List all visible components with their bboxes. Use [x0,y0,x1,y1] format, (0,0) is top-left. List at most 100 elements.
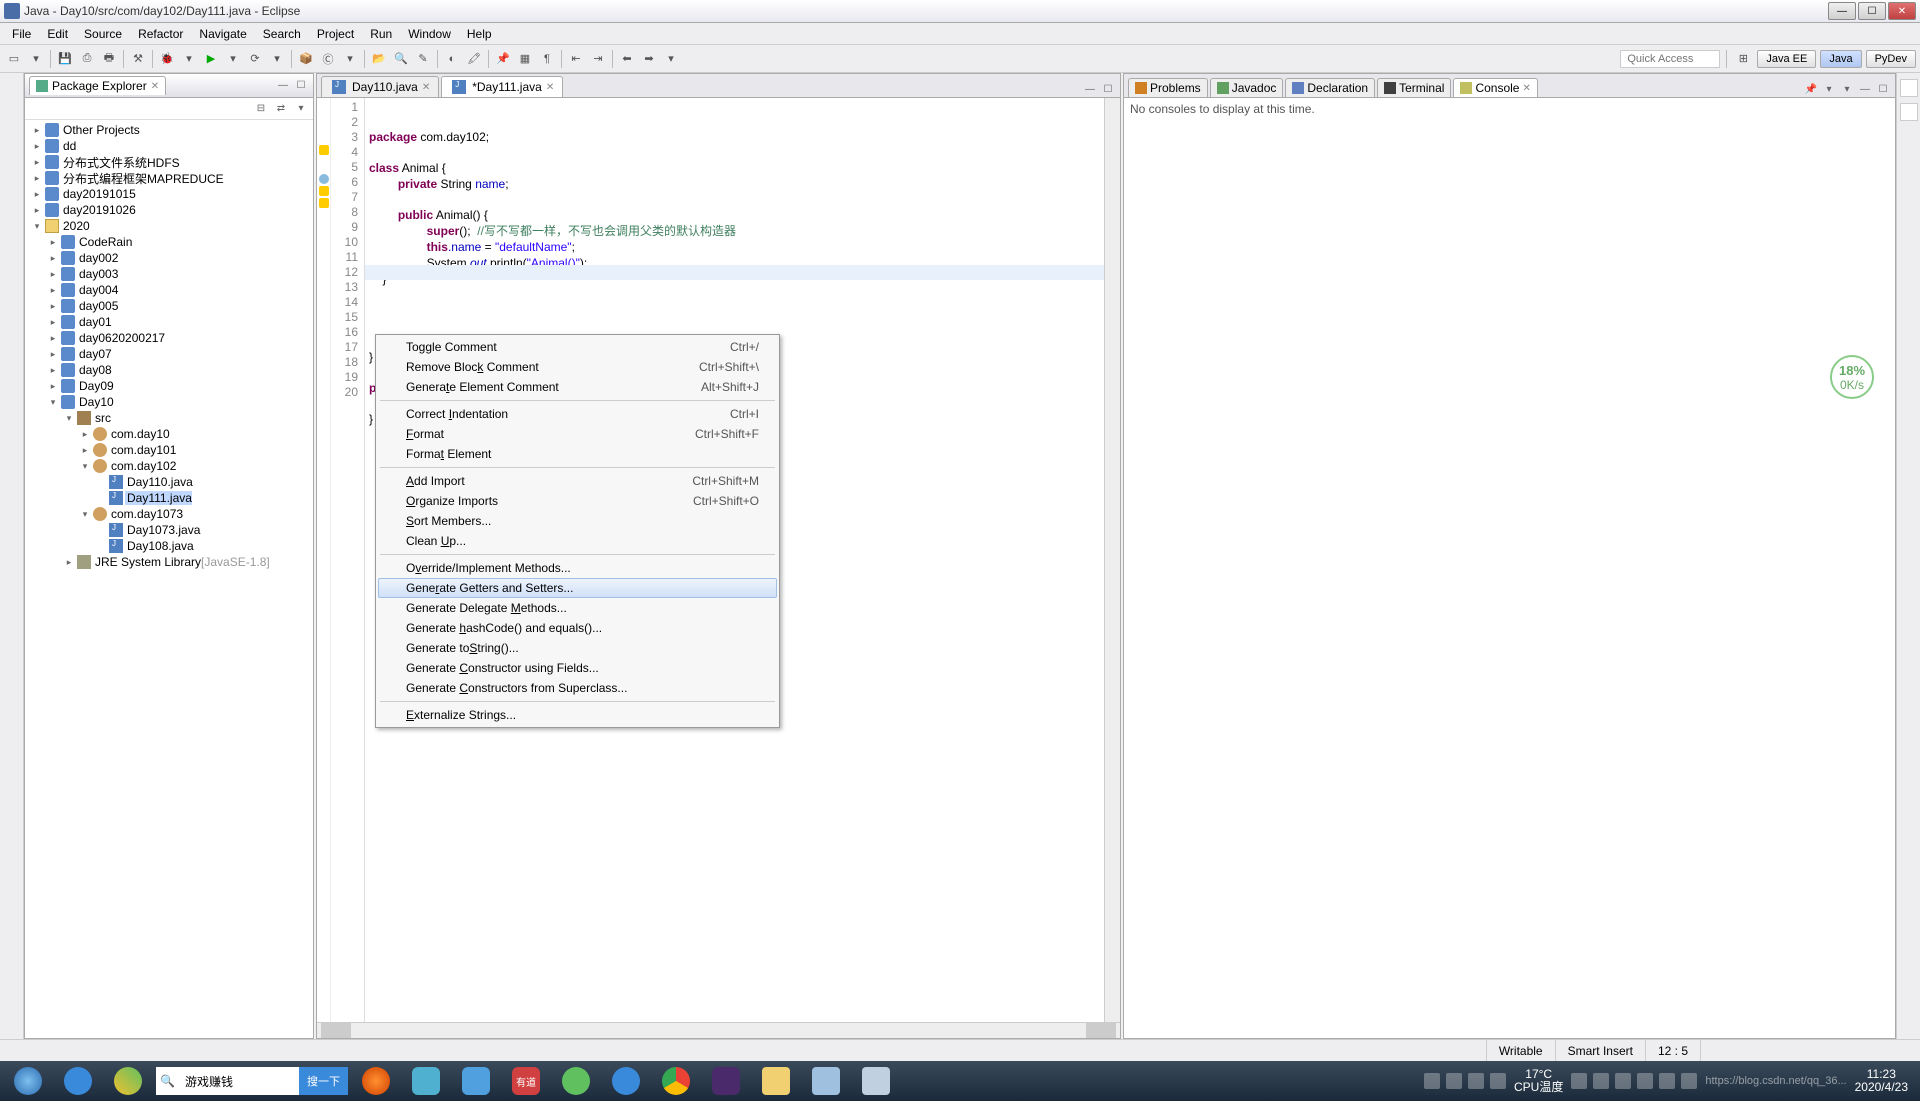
back-button[interactable]: ⬅ [617,49,637,69]
next-annotation-button[interactable]: ⇥ [588,49,608,69]
app-button[interactable] [852,1063,900,1099]
open-perspective-button[interactable]: ⊞ [1733,49,1753,69]
tree-node[interactable]: ▸Day09 [27,378,311,394]
link-editor-icon[interactable]: ⇄ [273,101,289,117]
context-menu-item[interactable]: Organize ImportsCtrl+Shift+O [378,491,777,511]
collapse-all-icon[interactable]: ⊟ [253,101,269,117]
tree-node[interactable]: ▸day07 [27,346,311,362]
tab-terminal[interactable]: Terminal [1377,78,1451,97]
tree-node[interactable]: ▸Other Projects [27,122,311,138]
perspective-pydev[interactable]: PyDev [1866,50,1916,68]
block-sel-button[interactable]: ▦ [515,49,535,69]
show-whitespace-button[interactable]: ¶ [537,49,557,69]
warning-icon[interactable] [319,186,329,196]
tree-node[interactable]: ▾Day10 [27,394,311,410]
tray-icon[interactable] [1571,1073,1587,1089]
tray-icon[interactable] [1615,1073,1631,1089]
tray-icon[interactable] [1468,1073,1484,1089]
context-menu-item[interactable]: Toggle CommentCtrl+/ [378,337,777,357]
tree-node[interactable]: ▸day20191026 [27,202,311,218]
chrome-button[interactable] [652,1063,700,1099]
warning-icon[interactable] [319,145,329,155]
tree-node[interactable]: ▾2020 [27,218,311,234]
perspective-java[interactable]: Java [1820,50,1861,68]
firefox-button[interactable] [352,1063,400,1099]
save-all-button[interactable]: ⎙ [77,49,97,69]
menu-edit[interactable]: Edit [39,25,76,43]
maximize-icon[interactable]: ☐ [1875,81,1891,97]
context-menu-item[interactable]: Sort Members... [378,511,777,531]
context-menu-item[interactable]: Clean Up... [378,531,777,551]
open-console-icon[interactable]: ▾ [1839,81,1855,97]
tree-node[interactable]: ▸day002 [27,250,311,266]
tree-node[interactable]: Day111.java [27,490,311,506]
context-menu-item[interactable]: Format Element [378,444,777,464]
tab-javadoc[interactable]: Javadoc [1210,78,1284,97]
tasklist-icon[interactable] [1900,103,1918,121]
menu-project[interactable]: Project [309,25,362,43]
menu-window[interactable]: Window [400,25,459,43]
forward-button[interactable]: ➡ [639,49,659,69]
ie-button[interactable] [602,1063,650,1099]
pin-button[interactable]: 📌 [493,49,513,69]
context-menu-item[interactable]: Override/Implement Methods... [378,558,777,578]
menu-run[interactable]: Run [362,25,400,43]
close-button[interactable]: ✕ [1888,2,1916,20]
clock[interactable]: 11:232020/4/23 [1855,1068,1908,1094]
search-button[interactable]: 搜一下 [299,1067,348,1095]
app-button[interactable] [402,1063,450,1099]
print-button[interactable]: 🖶 [99,49,119,69]
tab-problems[interactable]: Problems [1128,78,1208,97]
warning-icon[interactable] [319,198,329,208]
toggle-button[interactable]: ◐ [442,49,462,69]
tree-node[interactable]: Day110.java [27,474,311,490]
tree-node[interactable]: ▾com.day102 [27,458,311,474]
tray-icon[interactable] [1681,1073,1697,1089]
menu-search[interactable]: Search [255,25,309,43]
minimize-icon[interactable]: — [1082,81,1098,97]
context-menu-item[interactable]: Generate hashCode() and equals()... [378,618,777,638]
tab-console[interactable]: Console✕ [1453,78,1537,97]
tray-icon[interactable] [1490,1073,1506,1089]
menu-help[interactable]: Help [459,25,500,43]
debug-button[interactable]: 🐞 [157,49,177,69]
dropdown-icon[interactable]: ▾ [340,49,360,69]
tree-node[interactable]: ▸JRE System Library [JavaSE-1.8] [27,554,311,570]
context-menu-item[interactable]: Generate Constructors from Superclass... [378,678,777,698]
context-menu-item[interactable]: FormatCtrl+Shift+F [378,424,777,444]
tree-node[interactable]: ▸day08 [27,362,311,378]
minimize-icon[interactable]: — [275,78,291,94]
vertical-scrollbar[interactable] [1104,98,1120,1022]
editor-tab[interactable]: *Day111.java✕ [441,76,563,97]
tree-node[interactable]: Day108.java [27,538,311,554]
tree-node[interactable]: ▸day01 [27,314,311,330]
minimize-icon[interactable]: — [1857,81,1873,97]
new-pkg-button[interactable]: 📦 [296,49,316,69]
run-button[interactable]: ▶ [201,49,221,69]
run-last-button[interactable]: ⟳ [245,49,265,69]
display-console-icon[interactable]: ▾ [1821,81,1837,97]
prev-annotation-button[interactable]: ⇤ [566,49,586,69]
tree-node[interactable]: ▸day004 [27,282,311,298]
context-menu-item[interactable]: Externalize Strings... [378,705,777,725]
close-icon[interactable]: ✕ [546,82,554,93]
maximize-icon[interactable]: ☐ [293,78,309,94]
menu-navigate[interactable]: Navigate [191,25,254,43]
line-number-gutter[interactable]: 1234567891011121314151617181920 [331,98,365,1022]
app-button[interactable] [802,1063,850,1099]
open-type-button[interactable]: 📂 [369,49,389,69]
perspective-javaee[interactable]: Java EE [1757,50,1816,68]
pin-console-icon[interactable]: 📌 [1803,81,1819,97]
menu-refactor[interactable]: Refactor [130,25,191,43]
dropdown-icon[interactable]: ▾ [223,49,243,69]
outline-icon[interactable] [1900,79,1918,97]
explorer-button[interactable] [752,1063,800,1099]
dropdown-icon[interactable]: ▾ [179,49,199,69]
eclipse-button[interactable] [702,1063,750,1099]
minimize-button[interactable]: — [1828,2,1856,20]
taskbar-search[interactable]: 🔍 搜一下 [156,1067,348,1095]
view-menu-icon[interactable]: ▾ [293,101,309,117]
tree-node[interactable]: ▸分布式文件系统HDFS [27,154,311,170]
tray-icon[interactable] [1637,1073,1653,1089]
close-icon[interactable]: ✕ [422,82,430,93]
